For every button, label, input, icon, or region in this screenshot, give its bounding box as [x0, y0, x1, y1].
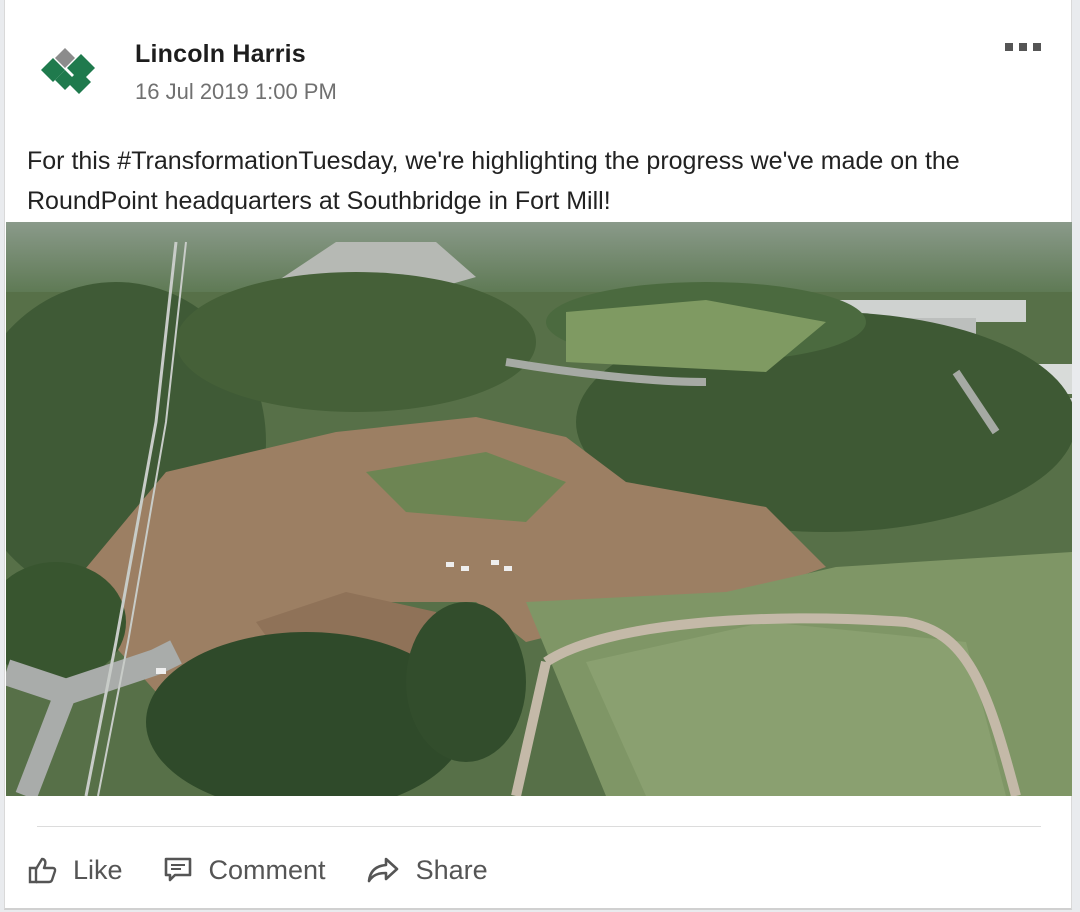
post-actions-bar: Like Comment Share: [27, 848, 528, 892]
post-header: Lincoln Harris 16 Jul 2019 1:00 PM: [35, 40, 1055, 110]
like-button[interactable]: Like: [27, 855, 123, 886]
more-options-icon: [1005, 43, 1013, 51]
comment-button[interactable]: Comment: [163, 855, 326, 886]
comment-bubble-icon: [164, 857, 191, 882]
share-button[interactable]: Share: [366, 855, 488, 886]
more-options-button[interactable]: [997, 40, 1041, 54]
comment-label: Comment: [208, 854, 326, 885]
share-arrow-icon: [367, 857, 398, 883]
post-text: For this #TransformationTuesday, we're h…: [27, 147, 960, 215]
author-name[interactable]: Lincoln Harris: [135, 40, 306, 69]
post-photo[interactable]: [6, 222, 1072, 796]
post-card: Lincoln Harris 16 Jul 2019 1:00 PM For t…: [4, 0, 1072, 910]
aerial-construction-site-image: [6, 222, 1072, 796]
actions-divider: [37, 826, 1041, 827]
like-label: Like: [73, 854, 123, 885]
post-timestamp[interactable]: 16 Jul 2019 1:00 PM: [135, 79, 337, 105]
thumbs-up-icon: [28, 857, 57, 884]
green-diamond-logo-icon[interactable]: [35, 46, 107, 98]
share-label: Share: [415, 854, 488, 885]
